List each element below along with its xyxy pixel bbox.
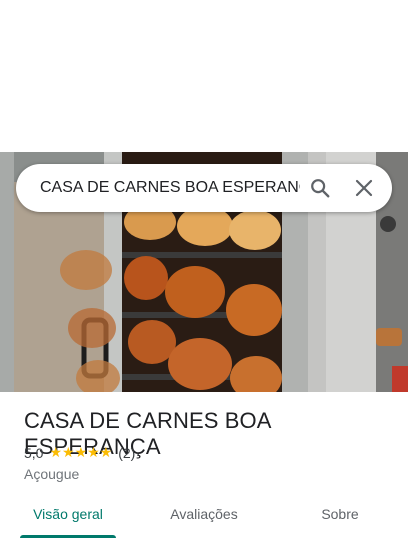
active-tab-indicator (20, 535, 116, 538)
search-button[interactable] (300, 168, 340, 208)
reviews-count[interactable]: (2) (118, 445, 135, 461)
close-icon (355, 179, 373, 197)
search-input[interactable]: CASA DE CARNES BOA ESPERANÇA (40, 179, 300, 197)
tab-about[interactable]: Sobre (272, 496, 408, 544)
clear-search-button[interactable] (340, 168, 388, 208)
search-box[interactable]: CASA DE CARNES BOA ESPERANÇA (16, 164, 392, 212)
rating-value: 5,0 (24, 444, 44, 461)
search-icon (311, 179, 330, 198)
tab-label: Sobre (321, 506, 359, 522)
tab-label: Avaliações (170, 506, 238, 522)
tab-label: Visão geral (33, 506, 103, 522)
tab-reviews[interactable]: Avaliações (136, 496, 272, 544)
place-category[interactable]: Açougue (24, 466, 79, 482)
star-rating-icon: ★★★★★ (49, 444, 113, 460)
rating-row[interactable]: 5,0 ★★★★★ (2) (24, 444, 135, 461)
tab-overview[interactable]: Visão geral (0, 496, 136, 544)
tab-bar: Visão geral Avaliações Sobre (0, 496, 408, 544)
